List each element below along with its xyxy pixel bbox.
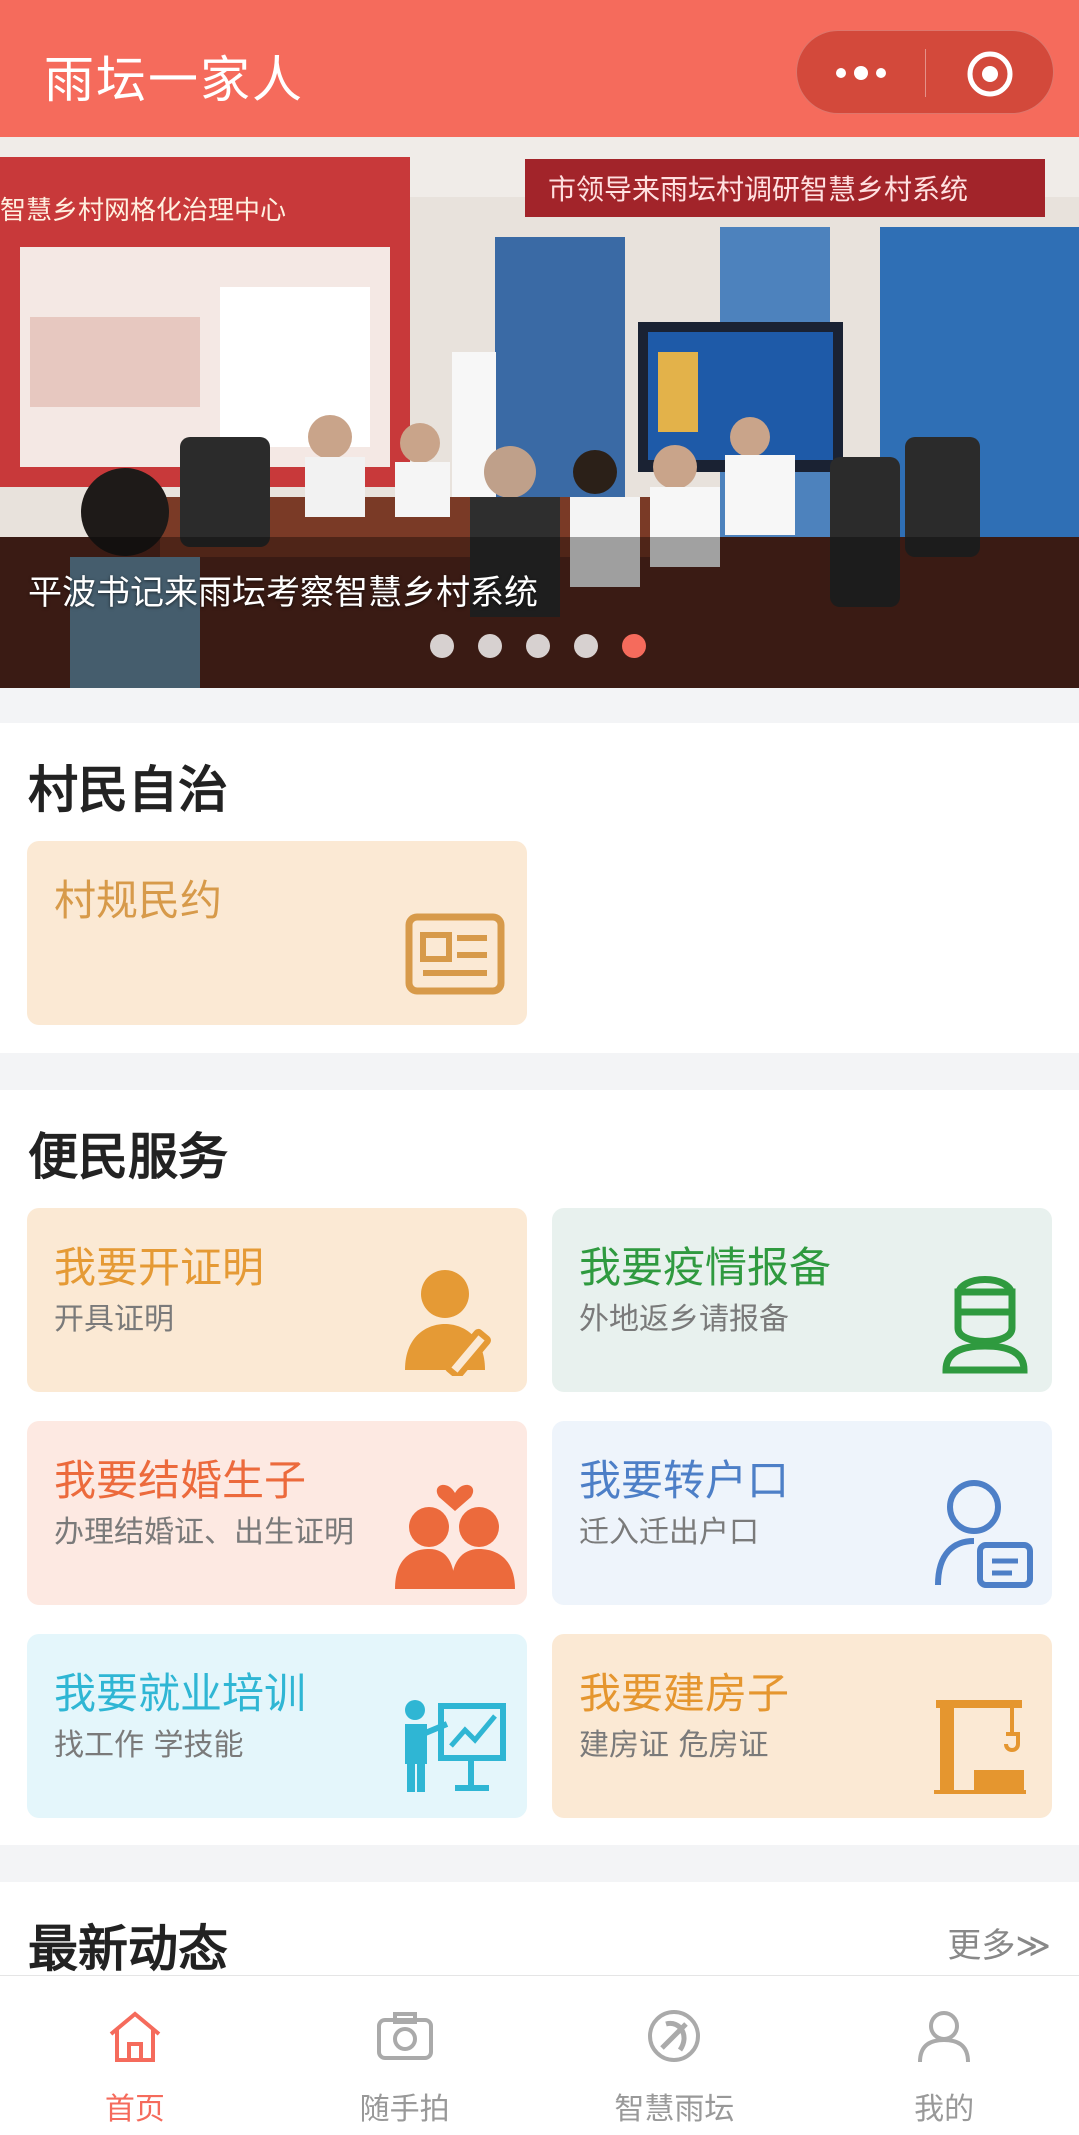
card-title: 村规民约 bbox=[54, 876, 223, 925]
capsule-divider bbox=[925, 49, 926, 97]
person-pen-icon bbox=[405, 1270, 491, 1376]
card-title: 我要疫情报备 bbox=[579, 1243, 832, 1292]
tab-smart-yutan[interactable]: 智慧雨坛 bbox=[540, 1976, 810, 2135]
pager-dot[interactable] bbox=[430, 634, 454, 658]
camera-icon bbox=[376, 2012, 433, 2060]
top-bar: 雨坛一家人 bbox=[0, 0, 1079, 137]
masked-person-icon bbox=[942, 1276, 1028, 1374]
tab-label: 智慧雨坛 bbox=[614, 2092, 735, 2127]
pager-dot[interactable] bbox=[478, 634, 502, 658]
mini-program-capsule bbox=[796, 30, 1054, 114]
card-house-building[interactable]: 我要建房子 建房证 危房证 bbox=[552, 1634, 1052, 1818]
card-subtitle: 外地返乡请报备 bbox=[579, 1302, 789, 1337]
card-subtitle: 建房证 危房证 bbox=[579, 1728, 769, 1763]
party-emblem-icon bbox=[648, 2010, 701, 2062]
banner-pager bbox=[430, 634, 646, 658]
section-convenience-services: 便民服务 我要开证明 开具证明 我要疫情报备 外地返乡请报备 我要结婚生子 办理… bbox=[0, 1090, 1079, 1845]
tab-label: 我的 bbox=[914, 2092, 975, 2127]
card-title: 我要结婚生子 bbox=[54, 1456, 307, 1505]
card-subtitle: 开具证明 bbox=[54, 1302, 174, 1337]
card-household-transfer[interactable]: 我要转户口 迁入迁出户口 bbox=[552, 1421, 1052, 1605]
crane-icon bbox=[934, 1700, 1026, 1794]
card-certificate[interactable]: 我要开证明 开具证明 bbox=[27, 1208, 527, 1392]
tab-mine[interactable]: 我的 bbox=[809, 1976, 1079, 2135]
card-title: 我要建房子 bbox=[579, 1669, 790, 1718]
bottom-tab-bar: 首页 随手拍 智慧雨坛 我的 bbox=[0, 1975, 1079, 2135]
app-title: 雨坛一家人 bbox=[44, 51, 304, 109]
banner-wall-text: 智慧乡村网格化治理中心 bbox=[0, 196, 286, 226]
tab-snapshot[interactable]: 随手拍 bbox=[270, 1976, 540, 2135]
card-village-rules[interactable]: 村规民约 bbox=[27, 841, 527, 1025]
more-dot-icon bbox=[836, 68, 846, 78]
pager-dot-active[interactable] bbox=[622, 634, 646, 658]
pager-dot[interactable] bbox=[574, 634, 598, 658]
pager-dot[interactable] bbox=[526, 634, 550, 658]
tab-home[interactable]: 首页 bbox=[0, 1976, 270, 2135]
banner-sign-text: 市领导来雨坛村调研智慧乡村系统 bbox=[548, 173, 968, 206]
section-heading: 村民自治 bbox=[28, 761, 228, 819]
person-card-icon bbox=[935, 1480, 1033, 1588]
card-title: 我要开证明 bbox=[54, 1243, 265, 1292]
card-subtitle: 办理结婚证、出生证明 bbox=[54, 1515, 354, 1550]
card-title: 我要转户口 bbox=[579, 1456, 790, 1505]
presentation-icon bbox=[405, 1700, 506, 1792]
tab-label: 首页 bbox=[104, 2092, 165, 2127]
home-icon bbox=[109, 2011, 161, 2062]
more-dot-icon bbox=[876, 68, 886, 78]
card-subtitle: 迁入迁出户口 bbox=[579, 1515, 759, 1550]
card-subtitle: 找工作 学技能 bbox=[54, 1728, 244, 1763]
couple-heart-icon bbox=[395, 1484, 515, 1589]
card-marriage-birth[interactable]: 我要结婚生子 办理结婚证、出生证明 bbox=[27, 1421, 527, 1605]
more-menu-button[interactable] bbox=[797, 31, 925, 115]
section-heading: 最新动态 bbox=[28, 1920, 228, 1978]
more-dot-icon bbox=[854, 66, 868, 80]
banner-carousel[interactable]: 市领导来雨坛村调研智慧乡村系统 智慧乡村网格化治理中心 平波书记来雨坛考察智慧乡… bbox=[0, 137, 1079, 688]
banner-caption: 平波书记来雨坛考察智慧乡村系统 bbox=[28, 573, 538, 613]
close-target-icon[interactable] bbox=[967, 51, 1013, 97]
more-link[interactable]: 更多≫ bbox=[947, 1918, 1051, 1967]
card-epidemic-report[interactable]: 我要疫情报备 外地返乡请报备 bbox=[552, 1208, 1052, 1392]
section-heading: 便民服务 bbox=[28, 1128, 228, 1186]
document-icon bbox=[405, 913, 505, 995]
tab-label: 随手拍 bbox=[359, 2092, 450, 2127]
section-villager-autonomy: 村民自治 村规民约 bbox=[0, 723, 1079, 1053]
user-icon bbox=[918, 2011, 971, 2063]
card-title: 我要就业培训 bbox=[54, 1669, 307, 1718]
card-employment-training[interactable]: 我要就业培训 找工作 学技能 bbox=[27, 1634, 527, 1818]
